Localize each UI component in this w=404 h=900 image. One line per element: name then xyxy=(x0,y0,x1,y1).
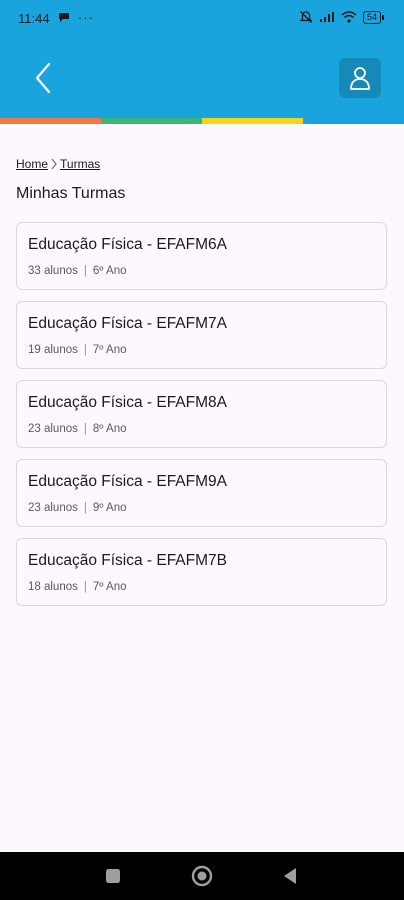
color-strip-segment xyxy=(0,118,101,124)
class-meta: 23 alunos | 8º Ano xyxy=(28,423,375,435)
class-meta: 18 alunos | 7º Ano xyxy=(28,581,375,593)
breadcrumb-home[interactable]: Home xyxy=(16,157,48,171)
page-title: Minhas Turmas xyxy=(16,185,126,202)
student-count: 23 alunos xyxy=(28,423,78,435)
class-name: Educação Física - EFAFM9A xyxy=(28,473,227,490)
class-name: Educação Física - EFAFM8A xyxy=(28,394,227,411)
status-time: 11:44 xyxy=(18,11,50,26)
class-meta: 23 alunos | 9º Ano xyxy=(28,502,375,514)
meta-separator: | xyxy=(83,265,87,277)
system-nav-bar xyxy=(0,852,404,900)
meta-separator: | xyxy=(83,502,87,514)
class-name: Educação Física - EFAFM6A xyxy=(28,236,227,253)
meta-separator: | xyxy=(83,344,87,356)
class-card[interactable]: Educação Física - EFAFM8A 23 alunos | 8º… xyxy=(16,380,387,448)
class-card[interactable]: Educação Física - EFAFM7B 18 alunos | 7º… xyxy=(16,538,387,606)
status-left-icons: ··· xyxy=(58,10,94,25)
app-bar: 11:44 ··· 54 xyxy=(0,0,404,118)
profile-button[interactable] xyxy=(339,58,381,98)
chat-bubble-icon xyxy=(59,13,69,22)
color-strip xyxy=(0,118,404,124)
back-triangle-icon xyxy=(284,868,296,884)
status-dots: ··· xyxy=(78,10,94,25)
battery-level: 54 xyxy=(362,10,381,24)
chevron-left-icon xyxy=(35,62,51,94)
home-button[interactable] xyxy=(188,862,216,890)
meta-separator: | xyxy=(83,581,87,593)
battery-icon: 54 xyxy=(362,10,384,24)
class-name: Educação Física - EFAFM7B xyxy=(28,552,227,569)
color-strip-segment xyxy=(303,118,404,124)
status-bar: 11:44 ··· 54 xyxy=(0,0,404,38)
student-count: 19 alunos xyxy=(28,344,78,356)
home-circle-icon xyxy=(191,865,213,887)
grade-label: 9º Ano xyxy=(92,502,127,514)
bell-off-icon xyxy=(299,11,313,23)
student-count: 23 alunos xyxy=(28,502,78,514)
back-nav-button[interactable] xyxy=(276,862,304,890)
color-strip-segment xyxy=(101,118,202,124)
student-count: 18 alunos xyxy=(28,581,78,593)
class-list: Educação Física - EFAFM6A 33 alunos | 6º… xyxy=(16,222,389,617)
user-icon xyxy=(350,67,370,90)
class-name: Educação Física - EFAFM7A xyxy=(28,315,227,332)
class-card[interactable]: Educação Física - EFAFM9A 23 alunos | 9º… xyxy=(16,459,387,527)
grade-label: 6º Ano xyxy=(92,265,127,277)
class-card[interactable]: Educação Física - EFAFM7A 19 alunos | 7º… xyxy=(16,301,387,369)
class-card[interactable]: Educação Física - EFAFM6A 33 alunos | 6º… xyxy=(16,222,387,290)
breadcrumb-turmas[interactable]: Turmas xyxy=(60,157,100,171)
chevron-right-icon xyxy=(51,158,57,170)
status-right-icons: 54 xyxy=(299,10,384,24)
breadcrumb: Home Turmas xyxy=(16,157,100,171)
wifi-icon xyxy=(341,11,357,23)
signal-icon xyxy=(319,12,334,22)
recents-square-icon xyxy=(106,869,120,883)
student-count: 33 alunos xyxy=(28,265,78,277)
grade-label: 7º Ano xyxy=(92,581,127,593)
class-meta: 19 alunos | 7º Ano xyxy=(28,344,375,356)
color-strip-segment xyxy=(202,118,303,124)
back-button[interactable] xyxy=(26,58,60,98)
class-meta: 33 alunos | 6º Ano xyxy=(28,265,375,277)
grade-label: 8º Ano xyxy=(92,423,127,435)
recents-button[interactable] xyxy=(99,862,127,890)
meta-separator: | xyxy=(83,423,87,435)
grade-label: 7º Ano xyxy=(92,344,127,356)
